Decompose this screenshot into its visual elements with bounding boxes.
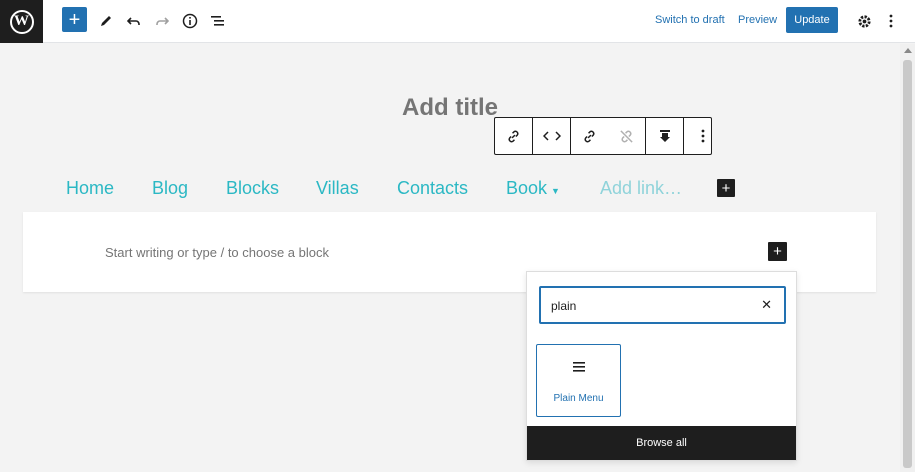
block-toolbar-group [571,118,646,154]
plus-icon: + [68,8,81,31]
plus-icon: + [773,243,782,260]
add-link-placeholder[interactable]: Add link… [600,178,682,199]
chevron-down-icon: ▼ [551,186,560,196]
pencil-icon [101,16,111,26]
link-icon [584,130,595,142]
canvas-scrollbar[interactable] [900,44,915,472]
redo-icon [156,17,169,25]
post-title[interactable]: Add title [0,94,900,122]
switch-to-draft-button[interactable]: Switch to draft [655,14,725,26]
link-icon [508,130,519,142]
code-icon [542,131,561,141]
submenu-icon [659,129,670,142]
list-view-icon [211,16,224,26]
block-result-plain-menu[interactable]: Plain Menu [536,344,621,417]
block-options-button[interactable] [684,118,721,154]
nav-item-contacts[interactable]: Contacts [397,178,468,199]
details-button[interactable] [180,8,200,34]
nav-item-blocks[interactable]: Blocks [226,178,279,199]
close-icon[interactable]: ✕ [761,297,772,313]
plus-icon: + [721,179,731,197]
quick-inserter: ✕ Plain Menu Browse all [526,271,797,461]
add-submenu-button[interactable] [646,118,683,154]
block-search: ✕ [539,286,786,324]
link-button[interactable] [495,118,532,154]
block-toolbar-group [684,118,721,154]
paragraph-placeholder[interactable]: Start writing or type / to choose a bloc… [105,245,329,260]
nav-item-label: Book [506,178,548,198]
nav-item-villas[interactable]: Villas [316,178,359,199]
settings-button[interactable] [855,8,873,34]
block-search-input[interactable] [551,297,751,315]
info-icon [182,13,198,29]
nav-item-home[interactable]: Home [66,178,114,199]
block-toolbar [494,117,712,155]
update-button[interactable]: Update [786,7,838,33]
link-button[interactable] [571,118,608,154]
block-toolbar-group [495,118,533,154]
block-inserter-toggle[interactable]: + [768,242,787,261]
add-block-button[interactable]: + [62,7,87,32]
block-result-label: Plain Menu [553,393,604,404]
browse-all-button[interactable]: Browse all [527,426,796,460]
block-toolbar-group [646,118,684,154]
unlink-icon [620,129,633,143]
options-button[interactable] [884,8,898,34]
editor-header: W + Switch to draft Preview Update [0,0,915,43]
code-button[interactable] [533,118,570,154]
more-vertical-icon [701,129,704,143]
tools-button[interactable] [96,8,116,34]
redo-button[interactable] [152,8,172,34]
nav-item-blog[interactable]: Blog [152,178,188,199]
more-vertical-icon [889,14,893,28]
gear-icon [857,14,871,28]
wordpress-logo-button[interactable]: W [0,0,43,43]
unlink-button[interactable] [608,118,645,154]
undo-button[interactable] [124,8,144,34]
undo-icon [127,17,140,25]
scroll-up-arrow[interactable] [904,48,912,53]
wordpress-icon: W [9,9,34,34]
scrollbar-thumb[interactable] [903,60,912,468]
add-nav-item-button[interactable]: + [717,179,735,197]
list-view-button[interactable] [208,8,228,34]
nav-item-book[interactable]: Book ▼ [506,178,560,199]
block-toolbar-group [533,118,571,154]
menu-icon [537,359,620,377]
preview-button[interactable]: Preview [738,14,777,26]
